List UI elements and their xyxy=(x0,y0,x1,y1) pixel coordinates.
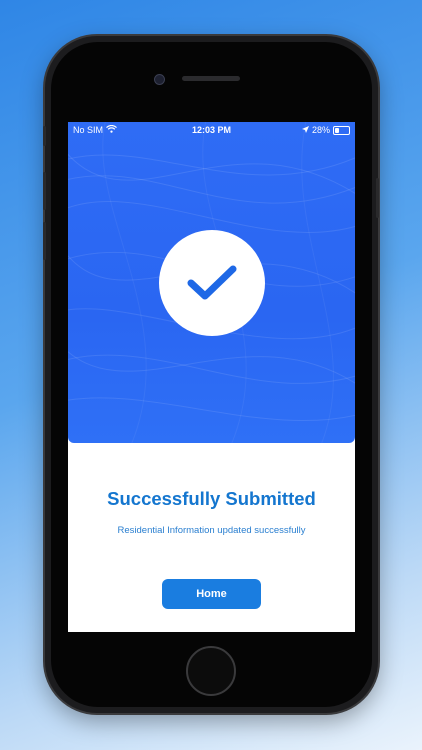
power-button xyxy=(376,178,379,218)
front-camera xyxy=(154,74,165,85)
volume-up-button xyxy=(43,172,46,210)
battery-icon xyxy=(333,125,350,135)
battery-percent: 28% xyxy=(311,125,330,135)
mute-switch xyxy=(43,126,46,146)
earpiece-speaker xyxy=(182,76,240,81)
volume-down-button xyxy=(43,222,46,260)
status-right: 28% xyxy=(301,125,350,135)
success-hero: No SIM 12:03 PM 28% xyxy=(68,122,355,443)
status-bar: No SIM 12:03 PM 28% xyxy=(68,122,355,138)
checkmark-icon xyxy=(187,265,237,300)
page-title: Successfully Submitted xyxy=(107,488,316,509)
app-screen: No SIM 12:03 PM 28% Successfully Submitt… xyxy=(68,122,355,632)
home-button[interactable]: Home xyxy=(162,579,261,609)
location-arrow-icon xyxy=(301,125,309,135)
success-message: Residential Information updated successf… xyxy=(117,525,306,536)
battery-level xyxy=(335,127,339,133)
success-badge xyxy=(159,230,265,336)
hardware-home-button[interactable] xyxy=(186,646,236,696)
